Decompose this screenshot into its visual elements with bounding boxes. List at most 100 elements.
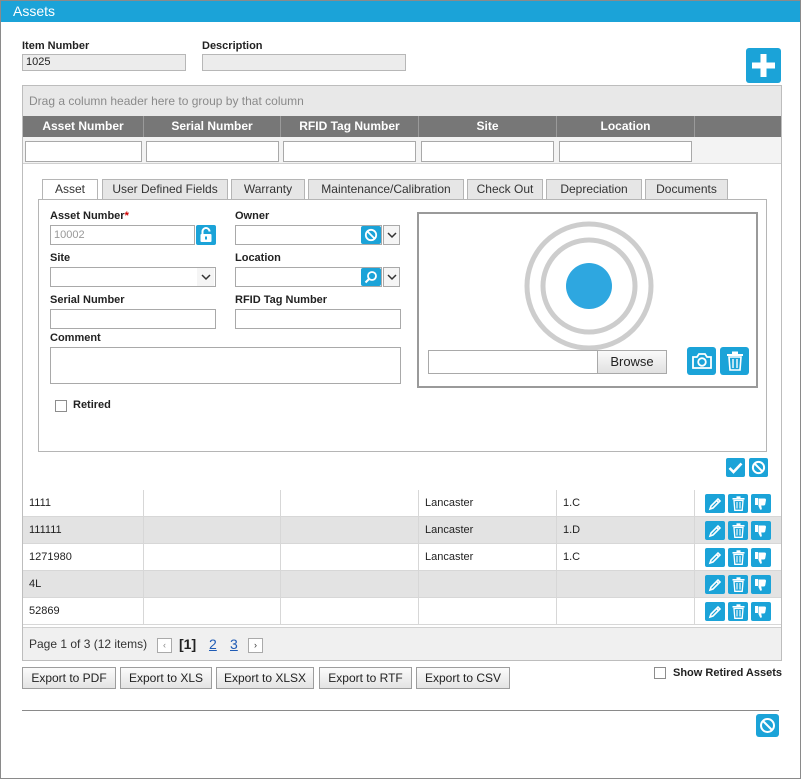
- plus-icon: [752, 54, 775, 77]
- lock-button[interactable]: [196, 225, 216, 245]
- cell-asset-number: 1111: [23, 490, 144, 516]
- edit-row-button[interactable]: [705, 548, 725, 567]
- filter-site-input[interactable]: [421, 141, 554, 162]
- comment-textarea[interactable]: [50, 347, 401, 384]
- delete-row-button[interactable]: [728, 521, 748, 540]
- cell-rfid-tag-number: [281, 490, 419, 516]
- filter-serial-number-input[interactable]: [146, 141, 279, 162]
- table-row[interactable]: 111111 Lancaster 1.D: [23, 517, 781, 544]
- tab-maintenance-calibration[interactable]: Maintenance/Calibration: [308, 179, 464, 200]
- trash-icon: [732, 523, 744, 538]
- pager-page-3[interactable]: 3: [230, 628, 238, 661]
- edit-row-button[interactable]: [705, 575, 725, 594]
- tab-warranty[interactable]: Warranty: [231, 179, 305, 200]
- cell-location: [557, 571, 695, 597]
- image-file-input[interactable]: [428, 350, 598, 374]
- edit-row-button[interactable]: [705, 521, 725, 540]
- filter-asset-number-input[interactable]: [25, 141, 142, 162]
- delete-row-button[interactable]: [728, 602, 748, 621]
- tab-documents[interactable]: Documents: [645, 179, 728, 200]
- pager-page-2[interactable]: 2: [209, 628, 217, 661]
- tab-user-defined-fields[interactable]: User Defined Fields: [102, 179, 228, 200]
- cell-rfid-tag-number: [281, 571, 419, 597]
- pager-summary: Page 1 of 3 (12 items): [29, 637, 148, 651]
- cell-site: [419, 571, 557, 597]
- delete-row-button[interactable]: [728, 494, 748, 513]
- row-actions: [705, 494, 771, 513]
- retire-row-button[interactable]: [751, 521, 771, 540]
- export-pdf-button[interactable]: Export to PDF: [22, 667, 116, 689]
- cell-asset-number: 52869: [23, 598, 144, 624]
- owner-clear-button[interactable]: [361, 226, 381, 244]
- tab-asset[interactable]: Asset: [42, 179, 98, 201]
- location-input[interactable]: [235, 267, 382, 287]
- column-header-site[interactable]: Site: [419, 116, 557, 137]
- retire-row-button[interactable]: [751, 494, 771, 513]
- take-photo-button[interactable]: [687, 347, 716, 375]
- cancel-edit-button[interactable]: [749, 458, 768, 477]
- owner-input[interactable]: [235, 225, 382, 245]
- serial-number-input[interactable]: [50, 309, 216, 329]
- tab-check-out[interactable]: Check Out: [467, 179, 543, 200]
- retired-checkbox[interactable]: [55, 400, 67, 412]
- table-row[interactable]: 1111 Lancaster 1.C: [23, 490, 781, 517]
- asset-tab-panel: Asset Number* 10002 Owner Site Location …: [38, 199, 767, 452]
- retire-row-button[interactable]: [751, 548, 771, 567]
- serial-number-label: Serial Number: [50, 294, 125, 306]
- cell-rfid-tag-number: [281, 517, 419, 543]
- show-retired-checkbox[interactable]: [654, 667, 666, 679]
- export-rtf-button[interactable]: Export to RTF: [319, 667, 412, 689]
- cell-location: 1.D: [557, 517, 695, 543]
- cell-site: Lancaster: [419, 544, 557, 570]
- rfid-tag-number-input[interactable]: [235, 309, 401, 329]
- save-button[interactable]: [726, 458, 745, 477]
- asset-number-input[interactable]: 10002: [50, 225, 195, 245]
- table-row[interactable]: 1271980 Lancaster 1.C: [23, 544, 781, 571]
- site-select[interactable]: [50, 267, 216, 287]
- location-label: Location: [235, 252, 281, 264]
- close-button[interactable]: [756, 714, 779, 737]
- export-xlsx-button[interactable]: Export to XLSX: [216, 667, 314, 689]
- required-marker: *: [124, 210, 129, 222]
- column-header-rfid-tag-number[interactable]: RFID Tag Number: [281, 116, 419, 137]
- column-header-asset-number[interactable]: Asset Number: [23, 116, 144, 137]
- delete-row-button[interactable]: [728, 575, 748, 594]
- pencil-icon: [708, 524, 722, 537]
- site-label: Site: [50, 252, 71, 264]
- retire-row-button[interactable]: [751, 602, 771, 621]
- export-xls-button[interactable]: Export to XLS: [120, 667, 212, 689]
- chevron-down-icon: [386, 273, 397, 280]
- column-header-location[interactable]: Location: [557, 116, 695, 137]
- delete-image-button[interactable]: [720, 347, 749, 375]
- export-csv-button[interactable]: Export to CSV: [416, 667, 510, 689]
- edit-row-button[interactable]: [705, 602, 725, 621]
- tab-depreciation[interactable]: Depreciation: [546, 179, 642, 200]
- owner-dropdown-button[interactable]: [383, 225, 400, 245]
- location-dropdown-button[interactable]: [383, 267, 400, 287]
- column-header-serial-number[interactable]: Serial Number: [144, 116, 281, 137]
- add-asset-button[interactable]: [746, 48, 781, 83]
- filter-location-input[interactable]: [559, 141, 692, 162]
- browse-button[interactable]: Browse: [597, 350, 667, 374]
- window-title: Assets: [1, 1, 800, 22]
- placeholder-image-icon: [524, 221, 654, 351]
- trash-icon: [732, 577, 744, 592]
- filter-row: [23, 137, 781, 164]
- cell-location: 1.C: [557, 490, 695, 516]
- delete-row-button[interactable]: [728, 548, 748, 567]
- retire-row-button[interactable]: [751, 575, 771, 594]
- edit-row-button[interactable]: [705, 494, 725, 513]
- group-panel[interactable]: Drag a column header here to group by th…: [23, 86, 781, 116]
- pager-prev-button[interactable]: ‹: [157, 638, 172, 653]
- cell-rfid-tag-number: [281, 598, 419, 624]
- site-dropdown-button[interactable]: [197, 268, 214, 286]
- cell-serial-number: [144, 598, 281, 624]
- location-search-button[interactable]: [361, 268, 381, 286]
- pager-next-button[interactable]: ›: [248, 638, 263, 653]
- thumbs-down-icon: [755, 497, 766, 510]
- filter-rfid-input[interactable]: [283, 141, 416, 162]
- table-row[interactable]: 52869: [23, 598, 781, 625]
- item-number-label: Item Number: [22, 40, 90, 52]
- table-row[interactable]: 4L: [23, 571, 781, 598]
- assets-grid: Drag a column header here to group by th…: [22, 85, 782, 661]
